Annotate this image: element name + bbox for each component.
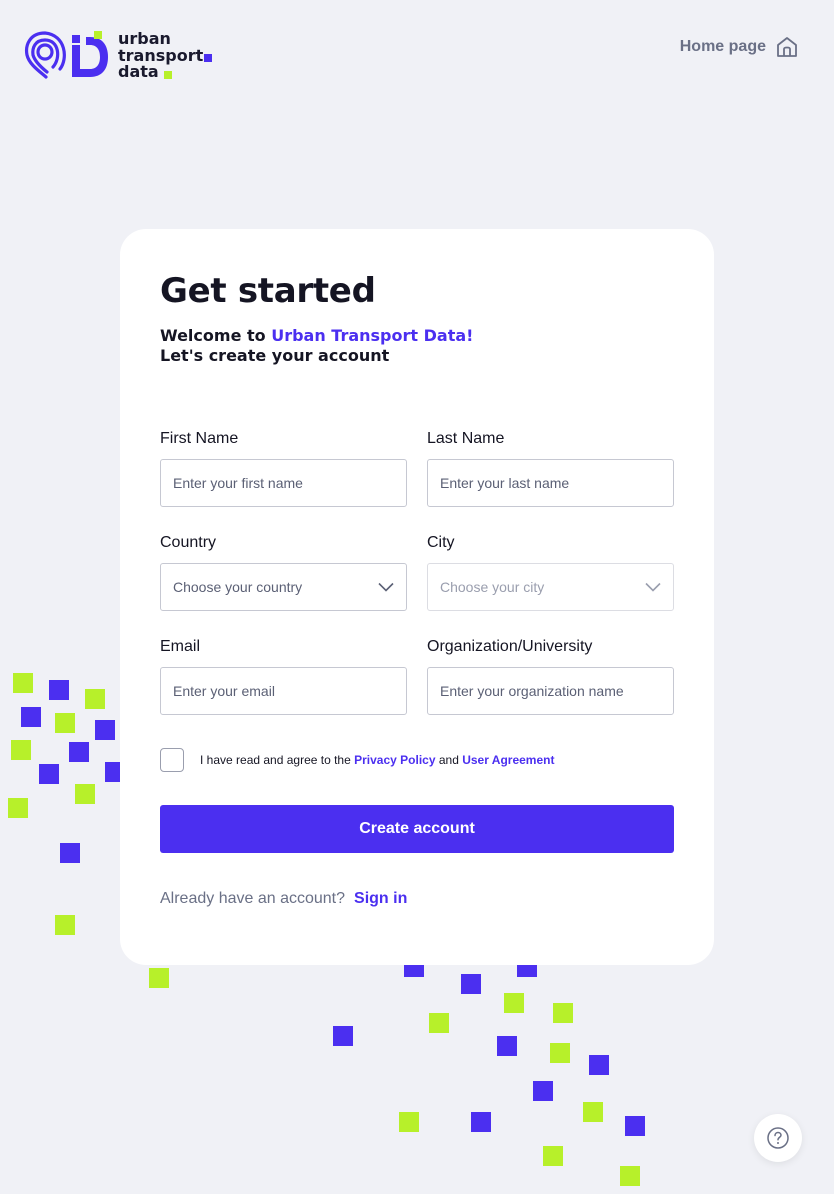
agreement-and: and [435, 753, 463, 767]
logo-accent-square-blue [204, 54, 212, 62]
decor-square [75, 784, 95, 804]
agreement-row: I have read and agree to the Privacy Pol… [160, 748, 554, 772]
last-name-field: Last Name [427, 430, 674, 507]
decor-square [461, 974, 481, 994]
welcome-brand: Urban Transport Data! [271, 326, 474, 345]
organization-input[interactable] [440, 683, 661, 699]
city-placeholder: Choose your city [440, 579, 545, 595]
sign-in-link[interactable]: Sign in [354, 890, 407, 908]
welcome-text: Welcome to Urban Transport Data! Let's c… [160, 326, 473, 366]
decor-square [497, 1036, 517, 1056]
decor-square [8, 798, 28, 818]
decor-square [504, 993, 524, 1013]
last-name-label: Last Name [427, 430, 505, 447]
decor-square [85, 689, 105, 709]
d-letter-logo-icon [72, 31, 108, 77]
decor-square [550, 1043, 570, 1063]
organization-box [427, 667, 674, 715]
decor-square [11, 740, 31, 760]
email-box [160, 667, 407, 715]
first-name-label: First Name [160, 430, 239, 447]
country-label: Country [160, 534, 217, 551]
city-field: City Choose your city [427, 534, 674, 611]
question-circle-icon [767, 1127, 789, 1149]
page-title: Get started [160, 271, 376, 311]
decor-square [429, 1013, 449, 1033]
decor-square [55, 713, 75, 733]
brand-logo[interactable]: urban transport data [24, 30, 212, 81]
decor-square [149, 968, 169, 988]
email-label: Email [160, 638, 201, 655]
home-page-link[interactable]: Home page [680, 36, 798, 58]
decor-square [69, 742, 89, 762]
home-icon [777, 37, 797, 57]
decor-square [589, 1055, 609, 1075]
decor-square [13, 673, 33, 693]
logo-accent-square-lime [164, 71, 172, 79]
city-select[interactable]: Choose your city [427, 563, 674, 611]
user-agreement-link[interactable]: User Agreement [462, 753, 554, 767]
agreement-checkbox[interactable] [160, 748, 184, 772]
decor-square [620, 1166, 640, 1186]
country-select[interactable]: Choose your country [160, 563, 407, 611]
decor-square [95, 720, 115, 740]
decor-square [533, 1081, 553, 1101]
decor-square [21, 707, 41, 727]
decor-square [543, 1146, 563, 1166]
help-button[interactable] [754, 1114, 802, 1162]
decor-square [583, 1102, 603, 1122]
decor-square [399, 1112, 419, 1132]
agreement-prefix: I have read and agree to the [200, 753, 355, 767]
organization-field: Organization/University [427, 638, 674, 715]
decor-square [333, 1026, 353, 1046]
home-page-label: Home page [679, 38, 766, 55]
signin-row: Already have an account? Sign in [160, 890, 407, 908]
signin-prompt: Already have an account? [160, 890, 346, 907]
decor-square [553, 1003, 573, 1023]
privacy-policy-link[interactable]: Privacy Policy [354, 753, 435, 767]
chevron-down-icon [378, 582, 394, 592]
logo-wordmark: urban transport data [118, 30, 203, 81]
decor-square [471, 1112, 491, 1132]
decor-square [60, 843, 80, 863]
welcome-line-2: Let's create your account [160, 346, 390, 365]
organization-label: Organization/University [427, 638, 593, 655]
email-field: Email [160, 638, 407, 715]
decor-square [625, 1116, 645, 1136]
first-name-field: First Name [160, 430, 407, 507]
last-name-input[interactable] [440, 475, 661, 491]
signup-card: Get started Welcome to Urban Transport D… [120, 229, 714, 965]
decor-square [55, 915, 75, 935]
country-field: Country Choose your country [160, 534, 407, 611]
welcome-prefix: Welcome to [160, 326, 272, 345]
decor-square [49, 680, 69, 700]
create-account-button[interactable]: Create account [160, 805, 674, 853]
chevron-down-icon [645, 582, 661, 592]
email-input[interactable] [173, 683, 394, 699]
first-name-box [160, 459, 407, 507]
location-pin-logo-icon [24, 31, 66, 79]
last-name-box [427, 459, 674, 507]
city-label: City [427, 534, 455, 551]
first-name-input[interactable] [173, 475, 394, 491]
logo-line-3: data [118, 62, 159, 81]
country-placeholder: Choose your country [173, 579, 303, 595]
decor-square [39, 764, 59, 784]
